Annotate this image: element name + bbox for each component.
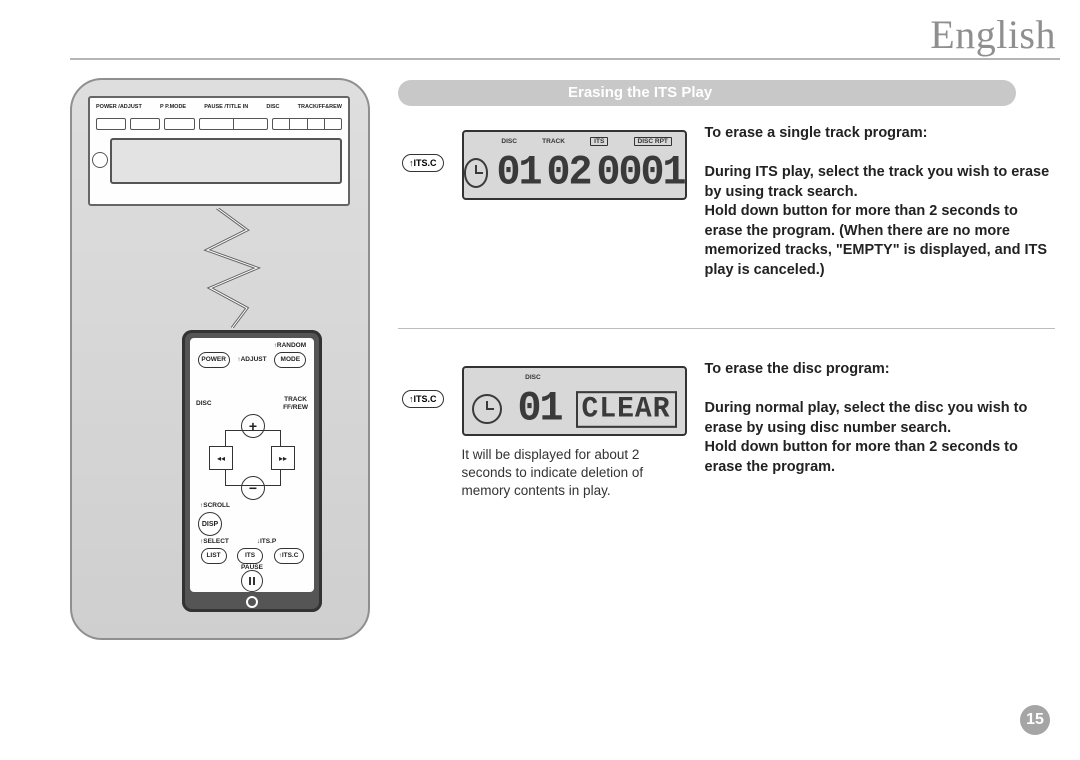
hu-label-track: TRACK/FF&REW: [298, 104, 342, 118]
lcd1-label-its: ITS: [590, 137, 608, 146]
remote-label-track: TRACK FF/REW: [283, 396, 308, 412]
lcd2-disc-num: 01: [518, 385, 562, 432]
remote-disp-button: DISP: [198, 512, 222, 536]
hu-label-pmode: P P.MODE: [160, 104, 186, 118]
remote-label-random: ↑RANDOM: [274, 342, 307, 350]
remote-power-button: POWER: [198, 352, 230, 368]
remote-dpad: + − ◂◂ ▸▸: [211, 416, 293, 498]
lcd1-label-disc: DISC: [501, 138, 517, 145]
remote-label-scroll: ↑SCROLL: [200, 502, 230, 510]
lcd1-track-num: 02: [546, 149, 590, 196]
ff-icon: ▸▸: [271, 446, 295, 470]
instr1-line1: During ITS play, select the track you wi…: [705, 164, 1050, 200]
remote-label-adjust: ↑ADJUST: [237, 356, 266, 364]
pause-icon: [241, 570, 263, 592]
instr2-line1: During normal play, select the disc you …: [705, 400, 1028, 436]
hu-label-pause: PAUSE /TITLE IN: [204, 104, 248, 118]
lcd-display-2: DISC 01 CLEAR: [462, 366, 687, 436]
instr2-line2: Hold down button for more than 2 seconds…: [705, 439, 1018, 475]
lcd2-clear: CLEAR: [576, 391, 677, 428]
cd-icon: [92, 152, 108, 168]
erase-disc-program-block: ↑ITS.C DISC 01 CLEAR It will be displaye…: [402, 360, 1055, 501]
instr1-heading: To erase a single track program:: [705, 125, 928, 141]
header-bar: English: [70, 8, 1060, 60]
lcd1-label-track: TRACK: [542, 138, 565, 145]
clock-icon: [464, 158, 489, 188]
lcd1-time: 0001: [597, 149, 685, 196]
hu-label-power: POWER /ADJUST: [96, 104, 142, 118]
instr2-heading: To erase the disc program:: [705, 361, 890, 377]
instructions-2: To erase the disc program: During normal…: [705, 360, 1055, 477]
itsc-button-icon: ↑ITS.C: [402, 154, 444, 172]
header-language: English: [930, 11, 1056, 58]
remote-label-itsp: ↓ITS.P: [257, 538, 277, 546]
remote-label-disc: DISC: [196, 400, 212, 408]
hu-button-row: [96, 118, 342, 134]
remote-illustration: ↑RANDOM POWER ↑ADJUST MODE DISC TRACK FF…: [182, 330, 322, 612]
rew-icon: ◂◂: [209, 446, 233, 470]
manual-page: English POWER /ADJUST P P.MODE PAUSE /TI…: [0, 0, 1080, 760]
hu-screen: [110, 138, 342, 184]
section-heading: Erasing the ITS Play: [398, 80, 1016, 106]
lcd1-label-discrpt: DISC RPT: [634, 137, 672, 146]
remote-label-select: ↑SELECT: [200, 538, 229, 546]
clock-icon: [472, 394, 502, 424]
instructions-1: To erase a single track program: During …: [705, 124, 1055, 281]
instr1-line2: Hold down button for more than 2 seconds…: [705, 203, 1048, 278]
lcd2-caption: It will be displayed for about 2 seconds…: [462, 446, 687, 501]
plus-icon: +: [241, 414, 265, 438]
headunit-illustration: POWER /ADJUST P P.MODE PAUSE /TITLE IN D…: [88, 96, 350, 206]
device-panel: POWER /ADJUST P P.MODE PAUSE /TITLE IN D…: [70, 78, 370, 640]
remote-lanyard-hole-icon: [246, 596, 258, 608]
connector-icon: [202, 208, 262, 328]
page-number: 15: [1020, 705, 1050, 735]
hu-label-disc: DISC: [266, 104, 279, 118]
remote-mode-button: MODE: [274, 352, 306, 368]
divider: [398, 328, 1055, 329]
lcd2-label-disc: DISC: [525, 374, 541, 381]
minus-icon: −: [241, 476, 265, 500]
lcd1-disc-num: 01: [496, 149, 540, 196]
erase-single-track-block: ↑ITS.C DISC TRACK ITS DISC RPT 01 02 000…: [402, 124, 1055, 281]
itsc-button-icon: ↑ITS.C: [402, 390, 444, 408]
lcd-display-1: DISC TRACK ITS DISC RPT 01 02 0001: [462, 130, 687, 200]
